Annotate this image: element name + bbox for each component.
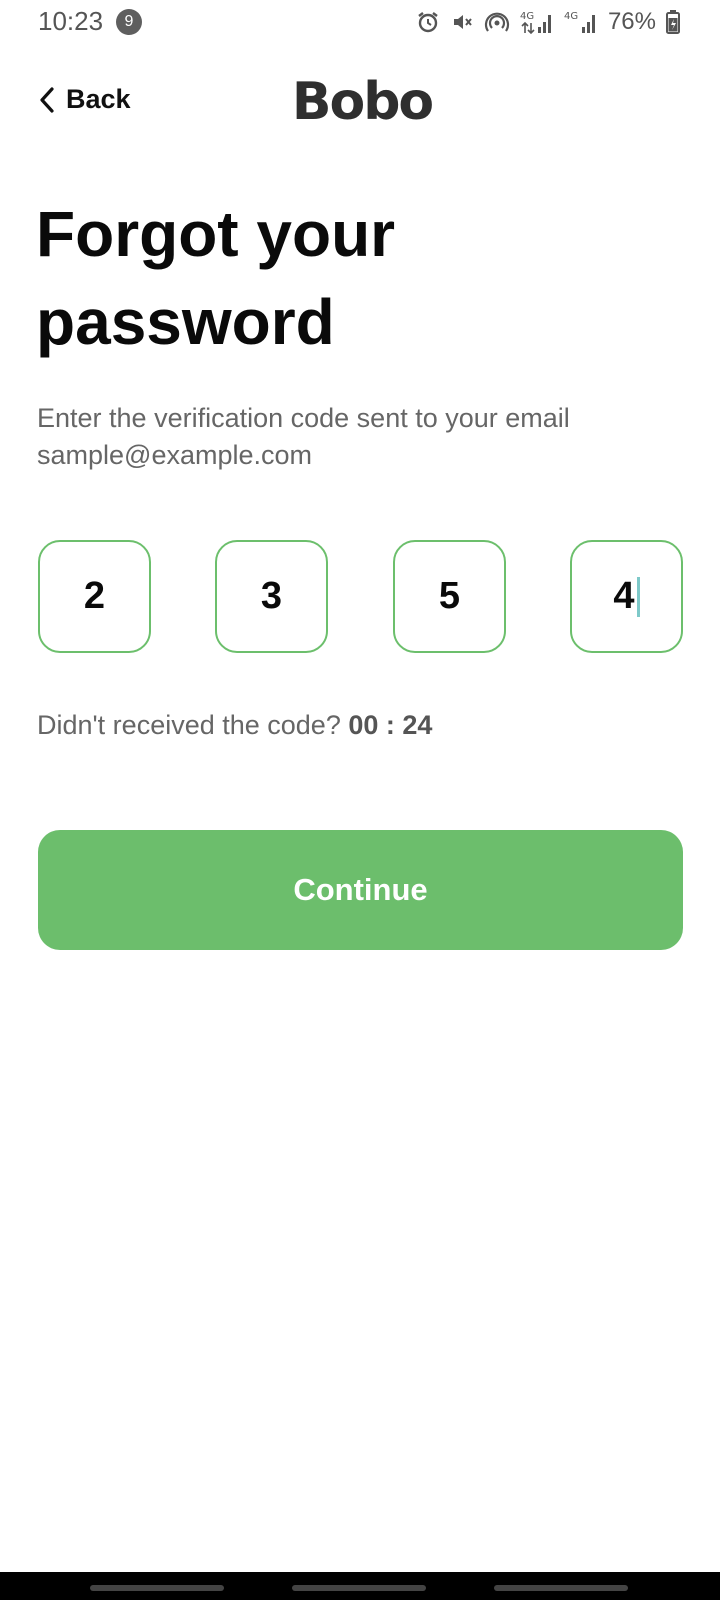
system-nav-bar — [0, 1572, 720, 1600]
notification-badge: 9 — [116, 9, 142, 35]
page-title-line1: Forgot your — [36, 198, 396, 270]
svg-text:4G: 4G — [564, 11, 578, 22]
text-caret — [636, 576, 640, 617]
page-title-line2: password — [36, 286, 335, 358]
instruction-text: Enter the verification code sent to your… — [37, 400, 687, 474]
otp-digit-value: 5 — [438, 575, 461, 617]
nav-recents-handle[interactable] — [90, 1585, 224, 1591]
otp-digit-value: 3 — [260, 575, 283, 617]
logo: Bobo — [291, 72, 434, 132]
nav-home-handle[interactable] — [292, 1585, 426, 1591]
email-address: sample@example.com — [37, 440, 313, 470]
back-button[interactable]: Back — [38, 84, 131, 115]
header: Back Bobo — [0, 68, 720, 138]
nav-back-handle[interactable] — [494, 1585, 628, 1591]
hotspot-icon — [484, 10, 510, 34]
otp-digit-2[interactable]: 3 — [215, 540, 328, 653]
back-label: Back — [66, 84, 131, 114]
svg-text:4G: 4G — [520, 11, 534, 22]
otp-digit-3[interactable]: 5 — [393, 540, 506, 653]
otp-digit-value: 4 — [613, 575, 635, 617]
chevron-left-icon — [38, 86, 56, 114]
screen: 10:23 9 4G 4G 76% Back Bobo Forgot your … — [0, 0, 720, 1600]
otp-digit-4[interactable]: 4 — [570, 540, 683, 653]
battery-percentage: 76% — [607, 8, 656, 35]
resend-code-text: Didn't received the code? 00 : 24 — [37, 710, 432, 741]
resend-timer: 00 : 24 — [348, 710, 433, 740]
otp-input-row: 2 3 5 4 — [38, 540, 683, 653]
status-time: 10:23 — [38, 6, 104, 36]
instruction-line: Enter the verification code sent to your… — [37, 403, 570, 433]
mute-icon — [450, 10, 474, 34]
status-bar: 10:23 9 4G 4G 76% — [0, 0, 720, 44]
otp-digit-1[interactable]: 2 — [38, 540, 151, 653]
alarm-icon — [416, 10, 440, 34]
battery-charging-icon — [666, 10, 680, 34]
status-icons: 4G 4G 76% — [416, 8, 680, 36]
continue-button[interactable]: Continue — [38, 830, 683, 950]
4g-data-icon: 4G — [520, 9, 554, 35]
otp-digit-value: 2 — [83, 575, 106, 617]
page-title: Forgot your password — [36, 190, 676, 366]
resend-prompt: Didn't received the code? — [37, 710, 341, 740]
signal-icon: 4G — [564, 9, 598, 35]
